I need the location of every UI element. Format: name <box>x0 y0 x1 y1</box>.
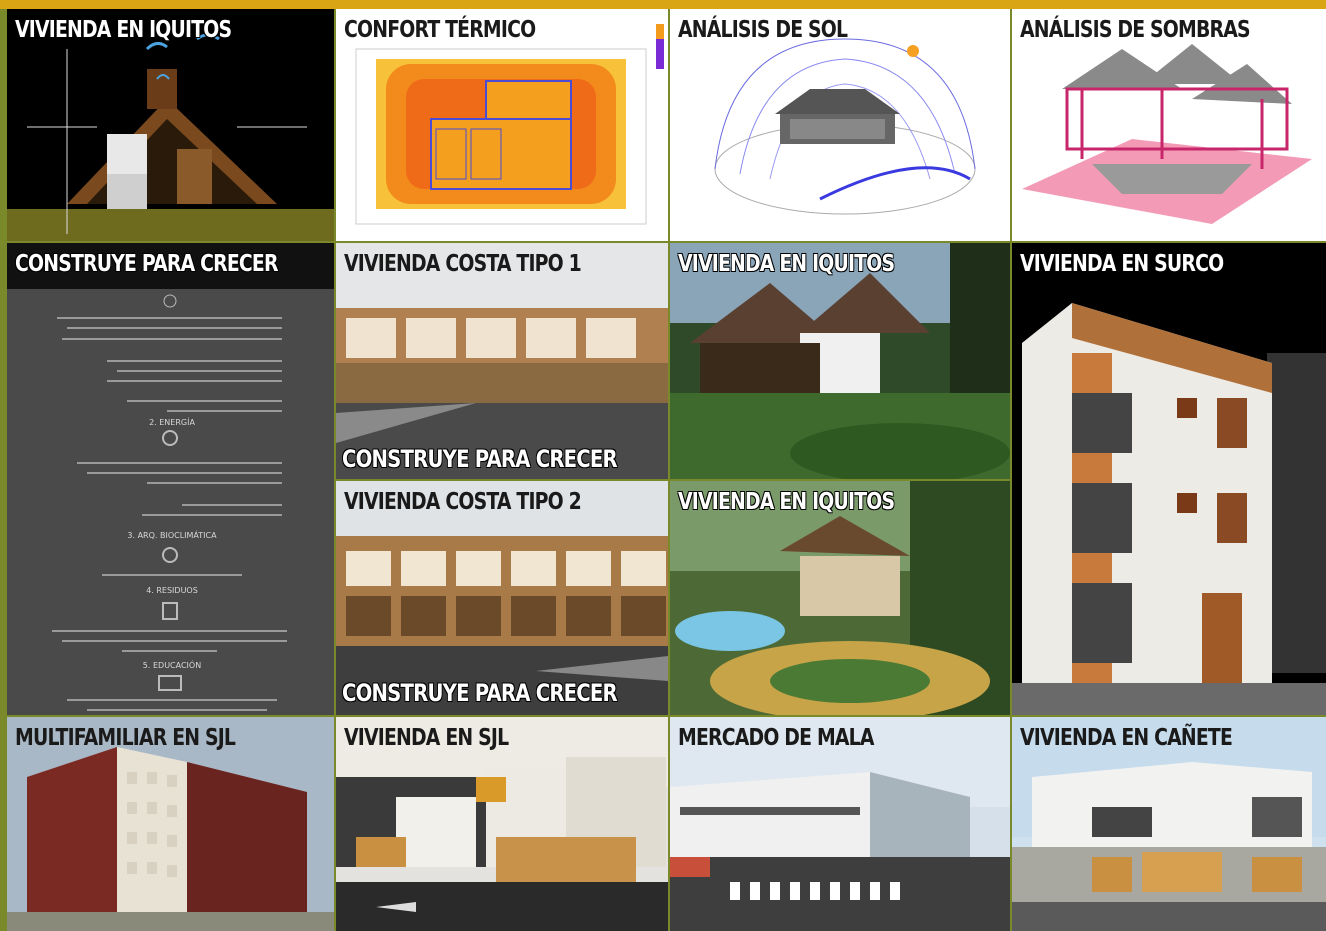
panel-lines <box>52 294 287 711</box>
tile-analisis-sol[interactable]: ANÁLISIS DE SOL <box>670 9 1010 241</box>
iquitos-pool-render <box>670 481 1010 715</box>
tile-vivienda-iquitos-section[interactable]: VIVIENDA EN IQUITOS <box>7 9 334 241</box>
tile-confort-termico[interactable]: CONFORT TÉRMICO <box>336 9 668 241</box>
tile-title: VIVIENDA EN SJL <box>344 725 509 751</box>
tile-vivienda-canete[interactable]: VIVIENDA EN CAÑETE <box>1012 717 1326 931</box>
tile-title: ANÁLISIS DE SOL <box>678 17 848 43</box>
tile-title: MULTIFAMILIAR EN SJL <box>15 725 236 751</box>
surco-building-render <box>1012 303 1326 715</box>
shadow-analysis-diagram <box>1022 44 1312 224</box>
tile-vivienda-sjl[interactable]: VIVIENDA EN SJL <box>336 717 668 931</box>
tile-title: CONFORT TÉRMICO <box>344 17 536 43</box>
tile-title: VIVIENDA EN IQUITOS <box>15 17 232 43</box>
iquitos-exterior-render <box>670 243 1010 479</box>
sun-path-diagram <box>714 38 976 215</box>
section-arq-bioclimatica: 3. ARQ. BIOCLIMÁTICA <box>127 531 217 540</box>
tile-vivienda-iquitos-exterior[interactable]: VIVIENDA EN IQUITOS <box>670 243 1010 479</box>
tile-vivienda-iquitos-pool[interactable]: VIVIENDA EN IQUITOS <box>670 481 1010 715</box>
tile-mercado-mala[interactable]: MERCADO DE MALA <box>670 717 1010 931</box>
section-residuos: 4. RESIDUOS <box>146 586 198 595</box>
tile-title: VIVIENDA EN CAÑETE <box>1020 725 1233 751</box>
tile-caption: CONSTRUYE PARA CRECER <box>342 679 618 707</box>
tile-title: VIVIENDA COSTA TIPO 2 <box>344 489 582 515</box>
tile-multifamiliar-sjl[interactable]: MULTIFAMILIAR EN SJL <box>7 717 334 931</box>
tile-title: MERCADO DE MALA <box>678 725 874 751</box>
costa-tipo-1-render <box>336 243 668 479</box>
section-educacion: 5. EDUCACIÓN <box>142 661 202 670</box>
tile-construye-para-crecer-panel[interactable]: CONSTRUYE PARA CRECER 2. ENERGÍA 3. ARQ.… <box>7 243 334 715</box>
tile-vivienda-costa-tipo-2[interactable]: VIVIENDA COSTA TIPO 2 CONSTRUYE PARA CRE… <box>336 481 668 715</box>
tile-analisis-sombras[interactable]: ANÁLISIS DE SOMBRAS <box>1012 9 1326 241</box>
tile-title: VIVIENDA EN IQUITOS <box>678 489 895 515</box>
tile-caption: CONSTRUYE PARA CRECER <box>342 445 618 473</box>
section-energia: 2. ENERGÍA <box>149 418 195 427</box>
tile-vivienda-costa-tipo-1[interactable]: VIVIENDA COSTA TIPO 1 CONSTRUYE PARA CRE… <box>336 243 668 479</box>
tile-vivienda-surco[interactable]: VIVIENDA EN SURCO <box>1012 243 1326 715</box>
tile-title: VIVIENDA COSTA TIPO 1 <box>344 251 582 277</box>
tile-title: VIVIENDA EN IQUITOS <box>678 251 895 277</box>
thermal-comfort-map <box>355 24 664 225</box>
house-section-drawing <box>7 33 334 241</box>
tile-title: ANÁLISIS DE SOMBRAS <box>1020 17 1251 43</box>
top-accent-bar <box>0 0 1326 9</box>
tile-title: VIVIENDA EN SURCO <box>1020 251 1224 277</box>
